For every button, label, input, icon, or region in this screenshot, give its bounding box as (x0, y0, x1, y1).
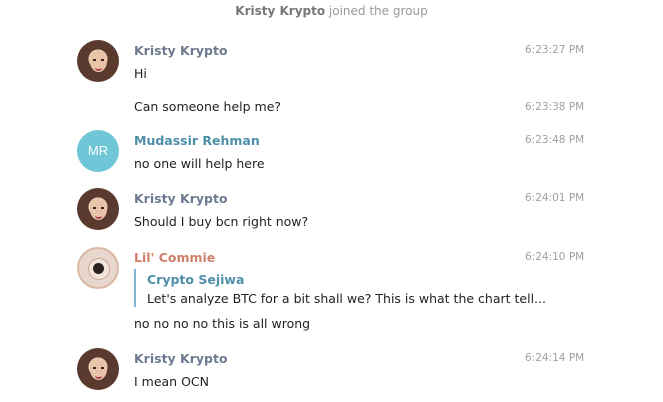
service-message-name[interactable]: Kristy Krypto (235, 4, 325, 18)
message-timestamp: 6:24:14 PM (525, 352, 585, 364)
message-text: no one will help here (134, 156, 265, 171)
message-timestamp: 6:24:10 PM (525, 251, 585, 263)
avatar[interactable] (77, 348, 119, 390)
message-text: no no no no this is all wrong (134, 316, 311, 331)
avatar[interactable] (77, 247, 119, 289)
avatar[interactable] (77, 40, 119, 82)
chat-history: Kristy Krypto joined the group Kristy Kr… (0, 0, 663, 402)
reply-text: Let's analyze BTC for a bit shall we? Th… (147, 291, 546, 306)
avatar[interactable]: MR (77, 130, 119, 172)
sender-name[interactable]: Lil' Commie (134, 250, 215, 265)
avatar-eyes (93, 367, 104, 369)
reply-author: Crypto Sejiwa (147, 272, 245, 287)
message-timestamp: 6:23:38 PM (525, 101, 585, 113)
message-text: Hi (134, 66, 147, 81)
message-text: I mean OCN (134, 374, 209, 389)
message-timestamp: 6:23:27 PM (525, 44, 585, 56)
service-message-action: joined the group (325, 4, 428, 18)
sender-name[interactable]: Kristy Krypto (134, 43, 228, 58)
message-text: Should I buy bcn right now? (134, 214, 309, 229)
sender-name[interactable]: Kristy Krypto (134, 351, 228, 366)
message-text: Can someone help me? (134, 99, 282, 114)
avatar[interactable] (77, 188, 119, 230)
sender-name[interactable]: Kristy Krypto (134, 191, 228, 206)
message-timestamp: 6:23:48 PM (525, 134, 585, 146)
reply-quote[interactable]: Crypto Sejiwa Let's analyze BTC for a bi… (134, 269, 546, 307)
sender-name[interactable]: Mudassir Rehman (134, 133, 260, 148)
service-message: Kristy Krypto joined the group (0, 4, 663, 18)
message-timestamp: 6:24:01 PM (525, 192, 585, 204)
coffee-icon (93, 263, 104, 274)
avatar-eyes (93, 207, 104, 209)
avatar-eyes (93, 59, 104, 61)
